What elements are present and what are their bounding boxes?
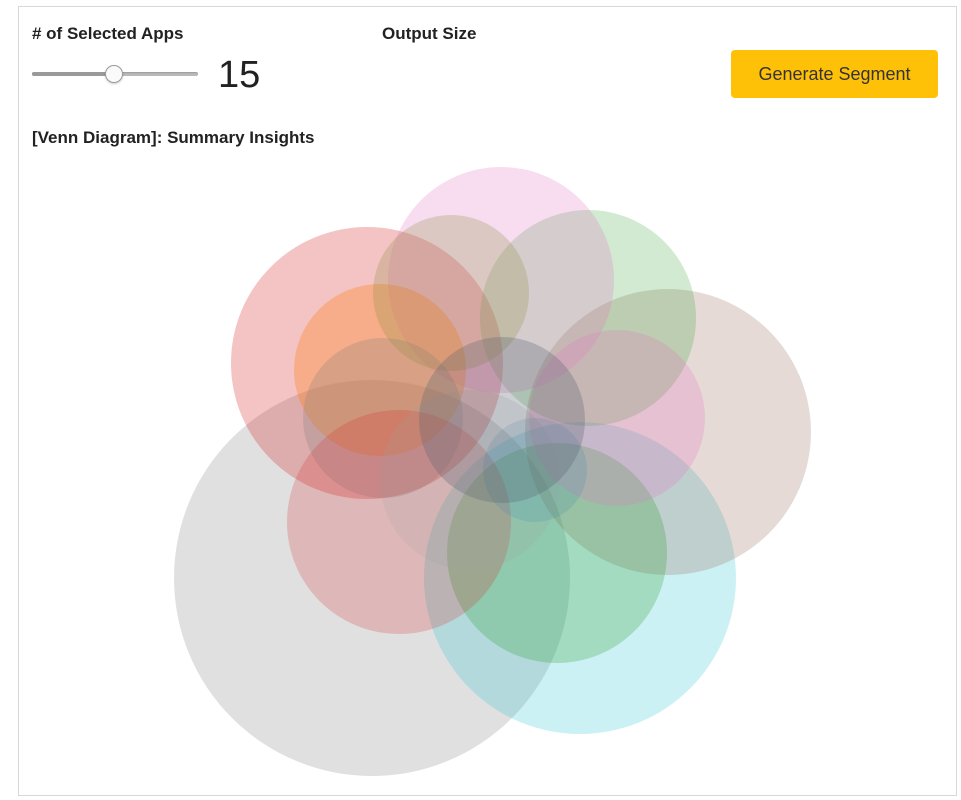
selected-apps-label: # of Selected Apps xyxy=(32,24,184,43)
venn-diagram-title: [Venn Diagram]: Summary Insights xyxy=(32,128,315,147)
slider-thumb[interactable] xyxy=(105,65,123,83)
selected-apps-value: 15 xyxy=(218,54,261,96)
venn-set-circle-15[interactable] xyxy=(419,337,585,503)
slider-fill xyxy=(32,72,114,76)
selected-apps-slider[interactable] xyxy=(32,64,198,84)
generate-segment-button[interactable]: Generate Segment xyxy=(731,50,938,98)
output-size-label: Output Size xyxy=(382,24,477,43)
